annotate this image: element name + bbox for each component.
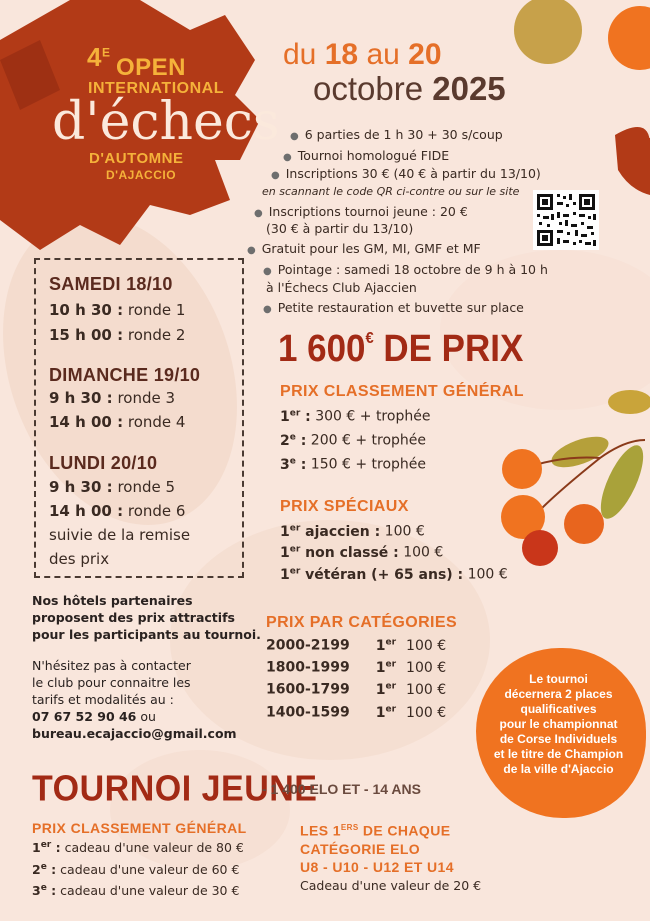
bullet-dot-icon: ● <box>290 131 299 142</box>
edition-number: 4E <box>87 42 111 72</box>
automne-label: D'AUTOMNE <box>89 150 184 167</box>
special-prize-1: 1er ajaccien : 100 € <box>280 523 425 540</box>
special-prize-2: 1er non classé : 100 € <box>280 544 444 561</box>
info-gratuit: ● Gratuit pour les GM, MI, GMF et MF <box>247 241 481 256</box>
jeune-prize-3: 3e : cadeau d'une valeur de 30 € <box>32 883 240 899</box>
info-restauration: ● Petite restauration et buvette sur plac… <box>263 300 524 315</box>
info-qr-note: en scannant le code QR ci-contre ou sur … <box>262 185 520 198</box>
open-label: OPEN <box>116 54 187 81</box>
echecs-title: d'échecs <box>52 92 280 152</box>
partners-text: Nos hôtels partenaires proposent des pri… <box>32 593 261 642</box>
day-dimanche: DIMANCHE 19/10 <box>49 365 201 385</box>
email-link[interactable]: bureau.ecajaccio@gmail.com <box>32 726 237 741</box>
round-3: 9 h 30 : ronde 3 <box>49 389 176 407</box>
remise-line1: suivie de la remise <box>49 526 191 544</box>
bullet-dot-icon: ● <box>283 152 292 163</box>
remise-line2: des prix <box>49 550 110 568</box>
category-row: 1800-1999 1er 100 € <box>266 659 447 676</box>
round-6: 14 h 00 : ronde 6 <box>49 502 186 520</box>
round-5: 9 h 30 : ronde 5 <box>49 478 176 496</box>
general-prize-title: PRIX CLASSEMENT GÉNÉRAL <box>280 383 524 400</box>
qualification-text: Le tournoi décernera 2 places qualificat… <box>493 672 624 776</box>
qr-code-icon[interactable] <box>533 190 599 250</box>
jeune-prize-1: 1er : cadeau d'une valeur de 80 € <box>32 840 244 856</box>
info-jeune-inscriptions-2: (30 € à partir du 13/10) <box>266 221 414 236</box>
day-lundi: LUNDI 20/10 <box>49 453 158 473</box>
category-row: 1400-1599 1er 100 € <box>266 704 447 721</box>
info-inscriptions: ● Inscriptions 30 € (40 € à partir du 13/… <box>271 166 541 181</box>
round-1: 10 h 30 : ronde 1 <box>49 301 186 319</box>
general-prize-2: 2e : 200 € + trophée <box>280 432 426 449</box>
tournoi-jeune-subtitle: - 1 400 ELO ET - 14 ANS <box>262 781 421 797</box>
bullet-dot-icon: ● <box>247 245 256 256</box>
round-4: 14 h 00 : ronde 4 <box>49 413 186 431</box>
info-jeune-inscriptions: ● Inscriptions tournoi jeune : 20 € <box>254 204 468 219</box>
bullet-dot-icon: ● <box>254 208 263 219</box>
date-range: du 18 au 20 <box>283 38 442 71</box>
general-prize-1: 1er : 300 € + trophée <box>280 408 431 425</box>
category-row: 1600-1799 1er 100 € <box>266 681 447 698</box>
bullet-dot-icon: ● <box>263 266 272 277</box>
day-samedi: SAMEDI 18/10 <box>49 274 173 294</box>
bullet-dot-icon: ● <box>263 304 272 315</box>
special-prize-title: PRIX SPÉCIAUX <box>280 498 409 515</box>
phone-number[interactable]: 07 67 52 90 46 <box>32 709 136 724</box>
info-parties: ● 6 parties de 1 h 30 + 30 s/coup <box>290 127 503 142</box>
contact-text: N'hésitez pas à contacter le club pour c… <box>32 658 237 741</box>
total-prize: 1 600€ DE PRIX <box>278 328 524 370</box>
elo-category-title: LES 1ERS DE CHAQUE CATÉGORIE ELO U8 - U1… <box>300 822 454 875</box>
elo-category-value: Cadeau d'une valeur de 20 € <box>300 878 482 893</box>
special-prize-3: 1er vétéran (+ 65 ans) : 100 € <box>280 566 508 583</box>
ajaccio-label: D'AJACCIO <box>106 168 177 182</box>
info-homologue: ● Tournoi homologué FIDE <box>283 148 450 163</box>
general-prize-3: 3e : 150 € + trophée <box>280 456 426 473</box>
date-month-year: octobre 2025 <box>313 70 506 107</box>
round-2: 15 h 00 : ronde 2 <box>49 326 186 344</box>
jeune-prize-2: 2e : cadeau d'une valeur de 60 € <box>32 862 240 878</box>
jeune-general-title: PRIX CLASSEMENT GÉNÉRAL <box>32 820 247 836</box>
bullet-dot-icon: ● <box>271 170 280 181</box>
categories-title: PRIX PAR CATÉGORIES <box>266 614 458 631</box>
info-pointage-2: à l'Échecs Club Ajaccien <box>266 280 417 295</box>
category-row: 2000-2199 1er 100 € <box>266 637 447 654</box>
info-pointage: ● Pointage : samedi 18 octobre de 9 h à 1… <box>263 262 548 277</box>
